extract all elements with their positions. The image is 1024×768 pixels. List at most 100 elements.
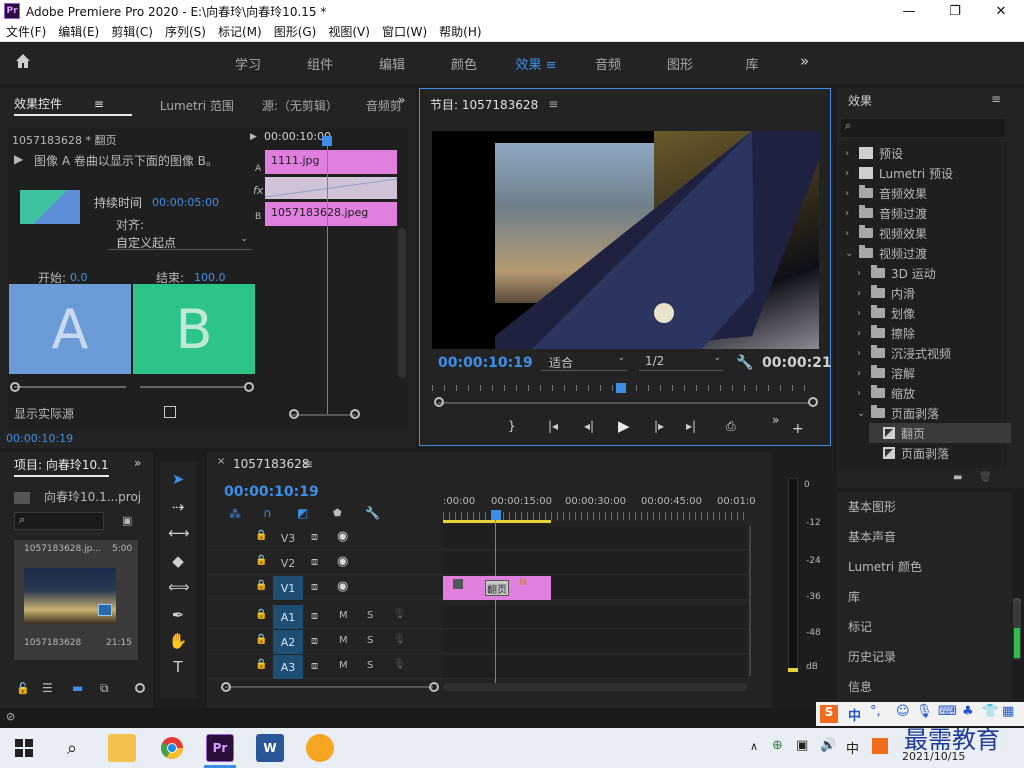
effects-tree-item[interactable]: › 音频过渡: [845, 203, 927, 223]
effects-tree-item[interactable]: › Lumetri 预设: [845, 163, 953, 183]
workspace-tab-color[interactable]: 颜色: [428, 54, 500, 73]
v1-clip[interactable]: 翻页 fx: [443, 576, 551, 600]
track-lane[interactable]: [443, 655, 747, 679]
project-search-input[interactable]: ⌕: [14, 512, 104, 530]
track-lock-icon[interactable]: 🔒: [255, 580, 267, 591]
tray-icon[interactable]: ⊕: [772, 738, 783, 753]
workspace-tab-editing[interactable]: 编辑: [356, 54, 428, 73]
workspace-tab-graphics[interactable]: 图形: [644, 54, 716, 73]
effects-tree-item[interactable]: ⌄ 视频过渡: [845, 243, 927, 263]
list-view-icon[interactable]: ☰: [42, 681, 53, 695]
workspace-tab-learn[interactable]: 学习: [212, 54, 284, 73]
panel-lumetri-color[interactable]: Lumetri 颜色: [848, 558, 922, 575]
effects-tree-item[interactable]: › 音频效果: [845, 183, 927, 203]
chevron-up-icon[interactable]: ∧: [750, 740, 758, 753]
sogou-tray-icon[interactable]: [872, 738, 888, 754]
workspace-tab-assembly[interactable]: 组件: [284, 54, 356, 73]
panel-markers[interactable]: 标记: [848, 618, 872, 635]
track-select-tool-icon[interactable]: ⇢: [168, 498, 188, 518]
effects-tree-item[interactable]: › 划像: [857, 303, 915, 323]
track-lock-icon[interactable]: 🔒: [255, 530, 267, 541]
effects-tree-item[interactable]: › 缩放: [857, 383, 915, 403]
zoom-scrollbar[interactable]: [290, 414, 356, 416]
start-value[interactable]: 0.0: [70, 271, 88, 284]
side-scrollbar[interactable]: [1013, 600, 1021, 660]
search-icon[interactable]: ⌕: [58, 734, 86, 762]
zoom-handle-right[interactable]: [350, 409, 360, 419]
workspace-tab-libraries[interactable]: 库: [716, 54, 788, 73]
play-icon[interactable]: ▶: [618, 417, 630, 435]
menu-clip[interactable]: 剪辑(C): [105, 23, 159, 40]
timeline-ruler[interactable]: [443, 512, 747, 520]
effects-tree-item[interactable]: › 3D 运动: [857, 263, 936, 283]
workspace-tab-effects[interactable]: 效果 ≡: [500, 54, 572, 73]
wrench-icon[interactable]: 🔧: [736, 355, 753, 371]
tab-effect-controls[interactable]: 效果控件 ≡: [14, 95, 132, 116]
more-controls-icon[interactable]: »: [772, 413, 779, 427]
panel-history[interactable]: 历史记录: [848, 648, 896, 665]
hand-tool-icon[interactable]: ✋: [168, 632, 188, 652]
effects-tree-item[interactable]: ⌄ 页面剥落: [857, 403, 939, 423]
workspace-tab-audio[interactable]: 音频: [572, 54, 644, 73]
project-thumbnail-card[interactable]: 1057183628.jp... 5:00 1057183628 21:15: [14, 540, 138, 660]
razor-tool-icon[interactable]: ◆: [168, 552, 188, 572]
vertical-scroll-bar[interactable]: [749, 526, 751, 676]
panel-essential-graphics[interactable]: 基本图形: [848, 498, 896, 515]
program-zoom-bar[interactable]: [438, 402, 810, 404]
horizontal-scroll-bar[interactable]: [225, 686, 433, 688]
effects-tree-item[interactable]: › 擦除: [857, 323, 915, 343]
windows-start-icon[interactable]: [10, 734, 38, 762]
slip-tool-icon[interactable]: ⟺: [168, 578, 190, 598]
sync-lock-icon[interactable]: ⧈: [311, 555, 318, 569]
track-lane[interactable]: [443, 630, 747, 654]
sync-lock-icon[interactable]: ⧈: [311, 609, 318, 623]
solo-button[interactable]: S: [367, 610, 373, 621]
zoom-handle-right[interactable]: [808, 397, 818, 407]
panel-menu-icon[interactable]: ≡: [303, 457, 313, 471]
word-icon[interactable]: W: [256, 734, 284, 762]
sync-lock-icon[interactable]: ⧈: [311, 530, 318, 544]
project-title[interactable]: 项目: 向春玲10.1: [14, 456, 109, 477]
track-name-a3[interactable]: A3: [273, 655, 303, 679]
tab-source[interactable]: 源:（无剪辑）: [262, 97, 338, 114]
end-slider-handle[interactable]: [244, 382, 254, 392]
mark-out-icon[interactable]: }: [508, 419, 516, 433]
effects-tree-item[interactable]: › 溶解: [857, 363, 915, 383]
menu-edit[interactable]: 编辑(E): [52, 23, 105, 40]
effects-tree-item[interactable]: 翻页: [869, 423, 1011, 443]
premiere-taskbar-icon[interactable]: Pr: [206, 734, 234, 762]
volume-icon[interactable]: 🔊: [820, 738, 836, 753]
resolution-dropdown[interactable]: 1/2 ⌄: [639, 353, 723, 371]
menu-view[interactable]: 视图(V): [322, 23, 376, 40]
chrome-icon[interactable]: [158, 734, 186, 762]
align-dropdown[interactable]: 自定义起点 ⌄: [108, 234, 252, 250]
track-lane[interactable]: [443, 605, 747, 629]
program-timecode[interactable]: 00:00:10:19: [438, 355, 533, 371]
tab-lumetri-scopes[interactable]: Lumetri 范围: [160, 97, 234, 114]
track-name-v1[interactable]: V1: [273, 576, 303, 600]
more-tabs-icon[interactable]: »: [398, 93, 405, 107]
eye-icon[interactable]: ◉: [337, 579, 348, 594]
panel-essential-sound[interactable]: 基本声音: [848, 528, 896, 545]
scroll-handle-left[interactable]: [221, 682, 231, 692]
freeform-view-icon[interactable]: ⧉: [100, 681, 109, 696]
transition-bar[interactable]: [264, 177, 398, 199]
effects-tree-item[interactable]: › 视频效果: [845, 223, 927, 243]
effects-tree-item[interactable]: › 预设: [845, 143, 903, 163]
expand-arrow-icon[interactable]: ▶: [250, 132, 257, 142]
more-tabs-icon[interactable]: »: [134, 456, 141, 470]
menu-help[interactable]: 帮助(H): [433, 23, 487, 40]
timeline-settings-icon[interactable]: 🔧: [365, 506, 380, 520]
go-to-out-icon[interactable]: ▸|: [686, 419, 696, 433]
mute-button[interactable]: M: [339, 635, 348, 646]
file-explorer-icon[interactable]: [108, 734, 136, 762]
start-slider-handle[interactable]: [10, 382, 20, 392]
minimize-button[interactable]: —: [886, 0, 932, 22]
app-icon[interactable]: [306, 734, 334, 762]
mute-button[interactable]: M: [339, 610, 348, 621]
more-workspaces-icon[interactable]: »: [800, 52, 809, 70]
new-bin-icon[interactable]: ▣: [122, 514, 132, 527]
icon-view-icon[interactable]: ▬: [72, 681, 83, 695]
start-slider[interactable]: [14, 386, 126, 388]
panel-libraries[interactable]: 库: [848, 588, 860, 605]
